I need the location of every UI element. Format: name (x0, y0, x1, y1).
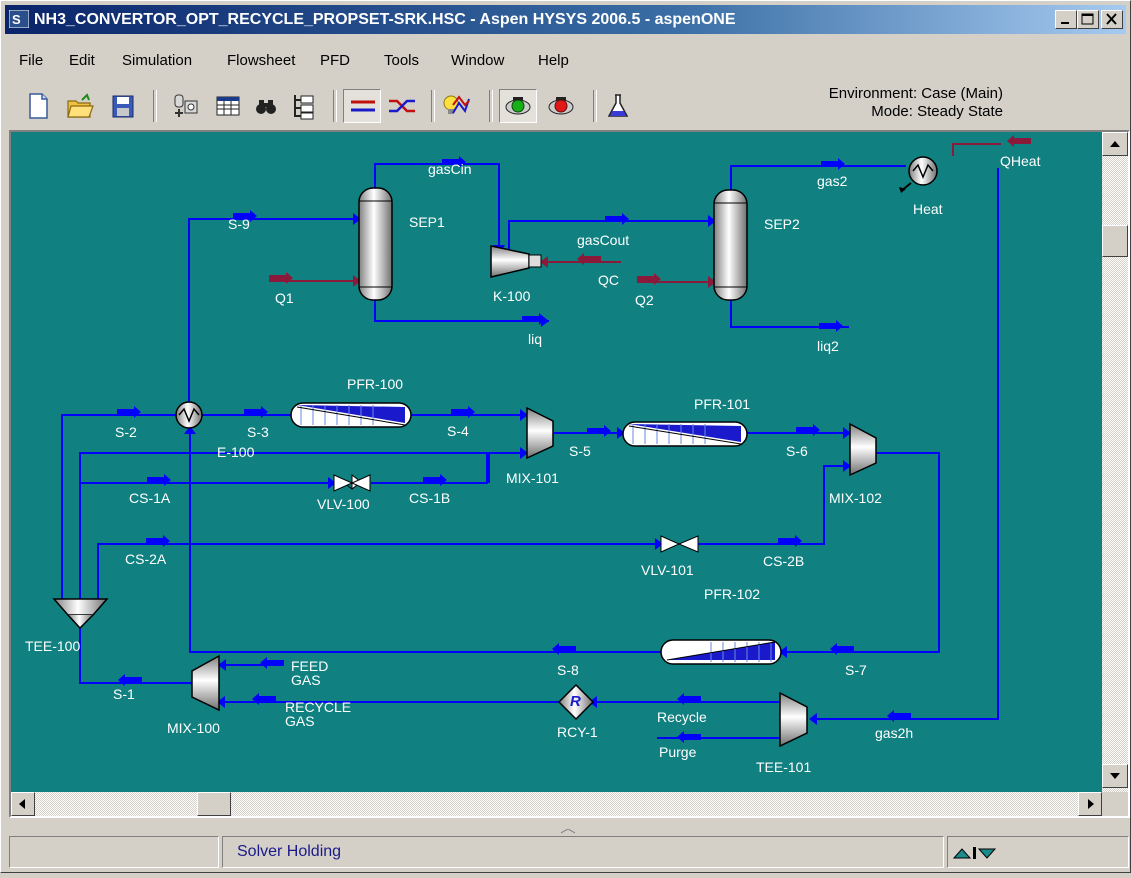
flask-icon[interactable] (603, 91, 633, 121)
status-panel-left (9, 836, 219, 868)
optimizer-icon[interactable] (441, 91, 471, 121)
recycle-r-symbol: R (570, 693, 581, 710)
horizontal-scroll-thumb[interactable] (197, 792, 231, 816)
object-palette-icon[interactable] (171, 91, 201, 121)
menu-tools[interactable]: Tools (384, 52, 419, 69)
scroll-up-icon[interactable] (1102, 132, 1128, 156)
menu-flowsheet[interactable]: Flowsheet (227, 52, 295, 69)
stream-label-gascout[interactable]: gasCout (577, 232, 629, 248)
title-bar[interactable]: S NH3_CONVERTOR_OPT_RECYCLE_PROPSET-SRK.… (5, 5, 1126, 34)
new-file-icon[interactable] (23, 91, 53, 121)
stream-label-recycle[interactable]: Recycle (657, 709, 707, 725)
environment-info: Environment: Case (Main) Mode: Steady St… (781, 85, 1003, 121)
stream-label-s6[interactable]: S-6 (786, 443, 808, 459)
pfd-canvas[interactable]: gasCin gas2 QHeat S-9 SEP1 gasCout SEP2 … (11, 132, 1102, 792)
mode-label: Mode: Steady State (871, 103, 1003, 120)
unit-label-mix102[interactable]: MIX-102 (829, 490, 882, 506)
save-disk-icon[interactable] (108, 91, 138, 121)
toolbar-separator (153, 90, 157, 122)
splitter-grip[interactable] (560, 822, 576, 834)
unit-label-tee100[interactable]: TEE-100 (25, 638, 80, 654)
unit-label-sep1[interactable]: SEP1 (409, 214, 445, 230)
vertical-scroll-thumb[interactable] (1102, 225, 1128, 257)
unit-label-vlv100[interactable]: VLV-100 (317, 496, 370, 512)
unit-label-sep2[interactable]: SEP2 (764, 216, 800, 232)
status-message: Solver Holding (222, 836, 944, 868)
stream-label-qheat[interactable]: QHeat (1000, 153, 1040, 169)
navigator-tree-icon[interactable] (289, 91, 319, 121)
unit-label-vlv101[interactable]: VLV-101 (641, 562, 694, 578)
stream-label-q2[interactable]: Q2 (635, 292, 654, 308)
scroll-left-icon[interactable] (11, 792, 35, 816)
stream-label-gas2[interactable]: gas2 (817, 173, 847, 189)
stream-label-feed-gas[interactable]: FEED GAS (291, 659, 328, 687)
toolbar-separator (431, 90, 435, 122)
stream-label-liq2[interactable]: liq2 (817, 338, 839, 354)
unit-label-rcy1[interactable]: RCY-1 (557, 724, 598, 740)
unit-label-e100[interactable]: E-100 (217, 444, 254, 460)
unit-label-pfr102[interactable]: PFR-102 (704, 586, 760, 602)
unit-label-heat[interactable]: Heat (913, 201, 943, 217)
toolbar-separator (333, 90, 337, 122)
scroll-down-icon[interactable] (1102, 764, 1128, 788)
stream-label-s1[interactable]: S-1 (113, 686, 135, 702)
environment-label: Environment: Case (Main) (828, 85, 1003, 102)
stream-label-cs2b[interactable]: CS-2B (763, 553, 804, 569)
stream-label-q1[interactable]: Q1 (275, 290, 294, 306)
menu-pfd[interactable]: PFD (320, 52, 350, 69)
vertical-scrollbar[interactable] (1102, 132, 1128, 792)
menu-help[interactable]: Help (538, 52, 569, 69)
stream-label-cs2a[interactable]: CS-2A (125, 551, 166, 567)
stream-label-gascin[interactable]: gasCin (428, 161, 472, 177)
solver-active-icon[interactable] (503, 91, 533, 121)
unit-label-mix101[interactable]: MIX-101 (506, 470, 559, 486)
stream-label-s9[interactable]: S-9 (228, 216, 250, 232)
find-binoculars-icon[interactable] (251, 91, 281, 121)
stream-label-s2[interactable]: S-2 (115, 424, 137, 440)
stream-label-purge[interactable]: Purge (659, 744, 696, 760)
toolbar-separator (489, 90, 493, 122)
flowsheet-labels: gasCin gas2 QHeat S-9 SEP1 gasCout SEP2 … (11, 132, 1102, 792)
window-title: NH3_CONVERTOR_OPT_RECYCLE_PROPSET-SRK.HS… (34, 11, 736, 28)
unit-label-tee101[interactable]: TEE-101 (756, 759, 811, 775)
solver-hold-icon[interactable] (546, 91, 576, 121)
pfd-streams-icon[interactable] (348, 91, 378, 121)
solver-arrows-icon[interactable] (948, 837, 1008, 867)
scroll-corner (1102, 792, 1128, 816)
menu-edit[interactable]: Edit (69, 52, 95, 69)
unit-label-pfr101[interactable]: PFR-101 (694, 396, 750, 412)
unit-label-k100[interactable]: K-100 (493, 288, 530, 304)
stream-label-s8[interactable]: S-8 (557, 662, 579, 678)
status-bar: Solver Holding (9, 833, 1129, 871)
stream-label-gas2h[interactable]: gas2h (875, 725, 913, 741)
stream-label-cs1a[interactable]: CS-1A (129, 490, 170, 506)
maximize-icon[interactable] (1077, 10, 1099, 29)
menu-file[interactable]: File (19, 52, 43, 69)
workbook-icon[interactable] (213, 91, 243, 121)
stream-label-liq[interactable]: liq (528, 331, 542, 347)
scroll-right-icon[interactable] (1078, 792, 1102, 816)
stream-label-s3[interactable]: S-3 (247, 424, 269, 440)
toolbar-separator (593, 90, 597, 122)
horizontal-scrollbar[interactable] (11, 792, 1102, 816)
hysys-window: S NH3_CONVERTOR_OPT_RECYCLE_PROPSET-SRK.… (0, 0, 1131, 873)
open-folder-icon[interactable] (65, 91, 95, 121)
stream-label-recycle-gas[interactable]: RECYCLE GAS (285, 700, 351, 728)
minimize-icon[interactable] (1055, 10, 1077, 29)
stream-label-s7[interactable]: S-7 (845, 662, 867, 678)
svg-text:S: S (12, 12, 21, 27)
pfd-crossover-icon[interactable] (387, 91, 417, 121)
unit-label-mix100[interactable]: MIX-100 (167, 720, 220, 736)
status-panel-right (947, 836, 1129, 868)
stream-label-s4[interactable]: S-4 (447, 423, 469, 439)
unit-label-pfr100[interactable]: PFR-100 (347, 376, 403, 392)
close-icon[interactable] (1101, 10, 1123, 29)
stream-label-s5[interactable]: S-5 (569, 443, 591, 459)
menu-simulation[interactable]: Simulation (122, 52, 192, 69)
stream-label-qc[interactable]: QC (598, 272, 619, 288)
menu-window[interactable]: Window (451, 52, 504, 69)
stream-label-cs1b[interactable]: CS-1B (409, 490, 450, 506)
app-icon: S (9, 10, 29, 28)
